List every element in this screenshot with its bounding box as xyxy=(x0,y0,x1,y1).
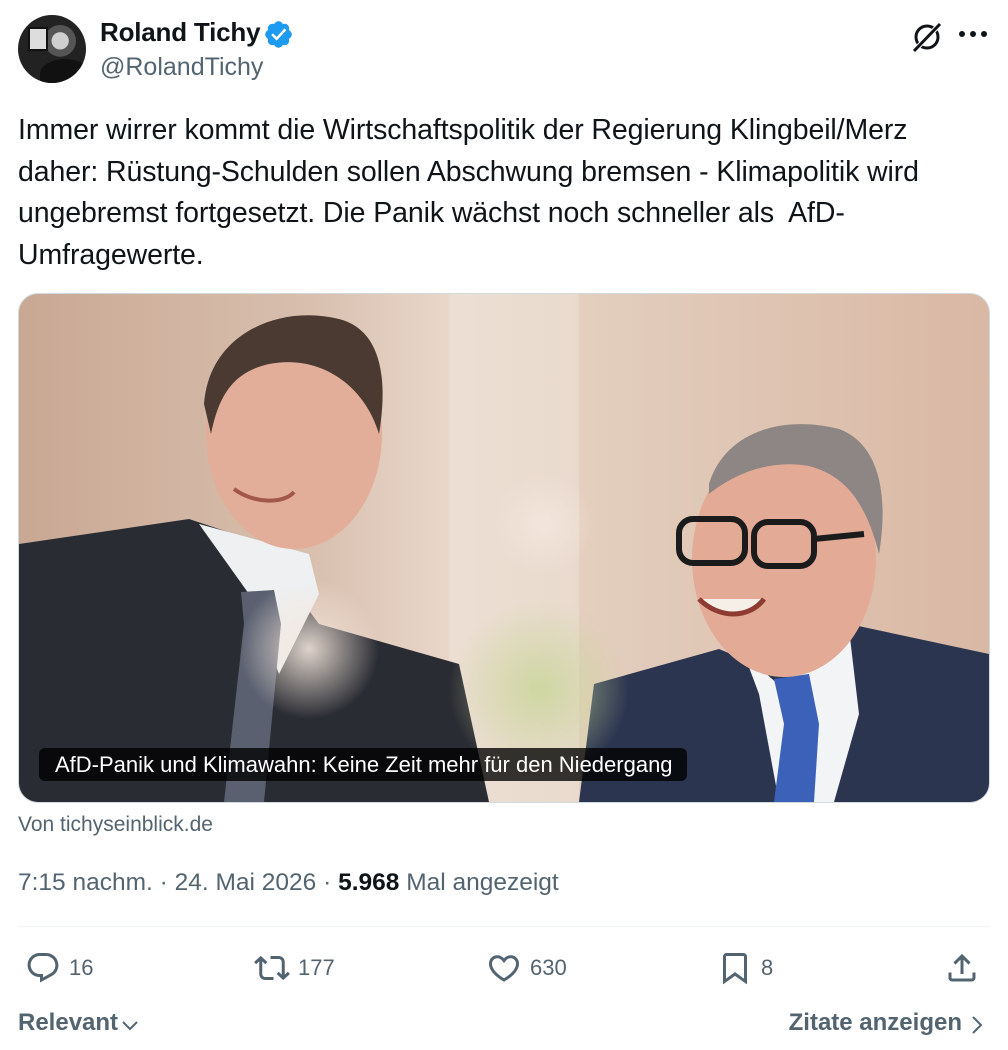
tweet-time[interactable]: 7:15 nachm. xyxy=(18,869,153,896)
divider xyxy=(18,926,990,927)
repost-button[interactable]: 177 xyxy=(254,948,335,988)
avatar-frame-detail xyxy=(28,27,48,51)
reply-button[interactable]: 16 xyxy=(25,948,93,988)
meta-separator: · xyxy=(159,869,175,896)
card-source[interactable]: Von tichyseinblick.de xyxy=(18,810,213,840)
sort-dropdown[interactable]: Relevant xyxy=(18,1007,140,1039)
views-label: Mal angezeigt xyxy=(406,869,559,896)
verified-badge-icon xyxy=(265,21,292,48)
quotes-label: Zitate anzeigen xyxy=(788,1009,962,1036)
tweet-meta: 7:15 nachm. · 24. Mai 2026 · 5.968 Mal a… xyxy=(18,866,559,900)
meta-separator: · xyxy=(323,869,339,896)
grok-icon[interactable] xyxy=(910,20,944,54)
reply-icon xyxy=(27,953,59,983)
link-card[interactable]: AfD-Panik und Klimawahn: Keine Zeit mehr… xyxy=(18,293,990,803)
view-quotes-link[interactable]: Zitate anzeigen xyxy=(789,1007,986,1039)
author-handle[interactable]: @RolandTichy xyxy=(100,51,263,83)
avatar-shoulder-detail xyxy=(40,59,86,83)
like-button[interactable]: 630 xyxy=(486,948,567,988)
repost-icon xyxy=(254,955,290,981)
share-icon xyxy=(948,953,976,982)
card-caption: AfD-Panik und Klimawahn: Keine Zeit mehr… xyxy=(39,748,687,781)
bookmark-count: 8 xyxy=(761,955,774,980)
heart-icon xyxy=(488,955,520,982)
chevron-down-icon xyxy=(122,1021,138,1031)
card-photo xyxy=(19,294,989,802)
like-count: 630 xyxy=(530,955,567,980)
sort-label: Relevant xyxy=(18,1009,119,1036)
tweet-text: Immer wirrer kommt die Wirtschaftspoliti… xyxy=(18,114,919,271)
bookmark-icon xyxy=(723,953,747,985)
share-button[interactable] xyxy=(944,948,980,988)
reply-count: 16 xyxy=(69,955,94,980)
repost-count: 177 xyxy=(298,955,335,980)
more-icon[interactable] xyxy=(958,30,988,38)
bookmark-button[interactable]: 8 xyxy=(717,948,773,988)
author-name[interactable]: Roland Tichy xyxy=(100,15,261,49)
avatar[interactable] xyxy=(18,15,86,83)
chevron-right-icon xyxy=(972,1015,983,1034)
views-count: 5.968 xyxy=(338,869,400,896)
tweet-date[interactable]: 24. Mai 2026 xyxy=(175,869,317,896)
